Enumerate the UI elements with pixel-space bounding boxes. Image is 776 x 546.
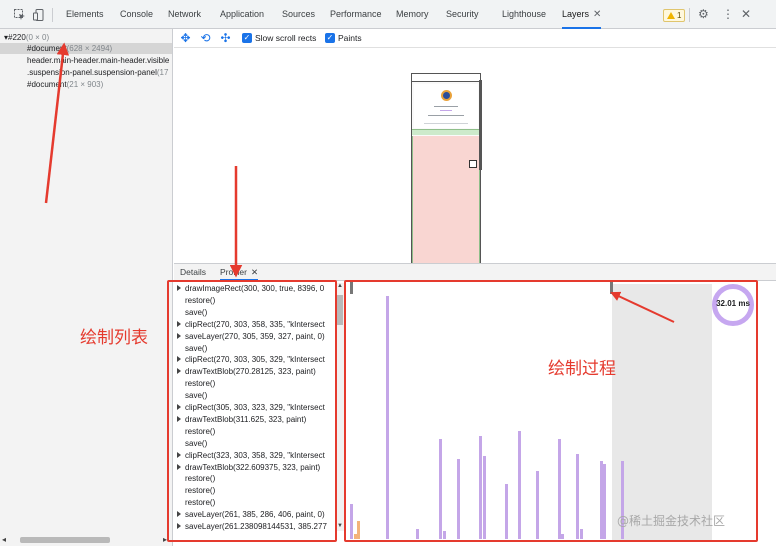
layer-root-size: (0 × 0) — [25, 33, 50, 42]
tab-memory[interactable]: Memory — [396, 0, 429, 29]
annotation-command-list-label: 绘制列表 — [80, 328, 148, 348]
layer-label: #document — [27, 44, 67, 53]
watermark: @稀土掘金技术社区 — [617, 514, 726, 528]
tab-performance[interactable]: Performance — [330, 0, 382, 29]
layer-tree-item-document[interactable]: #document(628 × 2494) — [0, 43, 172, 54]
annotation-timeline-label: 绘制过程 — [548, 359, 616, 379]
scrollbar-thumb[interactable] — [337, 295, 343, 325]
slow-scroll-rects-checkbox[interactable]: ✓ — [242, 33, 252, 43]
command-list-scrollbar[interactable]: ▲ ▼ — [336, 283, 344, 531]
scrollbar-thumb[interactable] — [20, 537, 110, 543]
layers-3d-viewport[interactable] — [174, 48, 776, 263]
annotation-box-timeline — [344, 280, 758, 542]
layer-root-label: #220 — [8, 33, 26, 42]
tab-details[interactable]: Details — [180, 264, 206, 281]
tab-profiler-label: Profiler — [220, 267, 247, 277]
paints-checkbox[interactable]: ✓ — [325, 33, 335, 43]
thumbnail-text-line — [440, 110, 452, 111]
layer-tree-item-document-2[interactable]: #document(21 × 903) — [27, 79, 103, 90]
device-toggle-icon[interactable] — [33, 9, 45, 21]
devtools-tab-bar: Elements Console Network Application Sou… — [0, 0, 776, 29]
toolbar-divider-2 — [689, 8, 690, 22]
tab-layers[interactable]: Layers ✕ — [562, 0, 602, 29]
close-icon[interactable]: ✕ — [741, 7, 751, 21]
layers-toolbar: ✥ ⟲ ✣ ✓ Slow scroll rects ✓ Paints — [174, 29, 776, 48]
slow-scroll-rects-label: Slow scroll rects — [255, 33, 317, 43]
paints-label: Paints — [338, 33, 362, 43]
layer-3d-side-edge — [479, 80, 482, 170]
thumbnail-text-line — [428, 115, 464, 116]
reset-transform-icon[interactable]: ✣ — [219, 32, 232, 45]
layer-size: (21 × 903) — [66, 80, 104, 89]
tab-profiler[interactable]: Profiler ✕ — [220, 264, 259, 281]
tab-profiler-close-icon[interactable]: ✕ — [251, 267, 258, 277]
gear-icon[interactable]: ⚙ — [698, 7, 709, 21]
layer-tree-item-header[interactable]: header.main-header.main-header.visible — [27, 55, 169, 66]
layer-3d-handle[interactable] — [469, 160, 477, 168]
thumbnail-text-line — [434, 106, 458, 107]
layer-label: header.main-header.main-header.visible — [27, 56, 170, 65]
annotation-box-command-list — [167, 280, 337, 542]
toolbar-divider — [52, 8, 53, 22]
tab-layers-close-icon[interactable]: ✕ — [593, 9, 601, 20]
warning-count: 1 — [677, 11, 682, 20]
avatar — [441, 90, 452, 101]
tab-console[interactable]: Console — [120, 0, 153, 29]
tab-elements[interactable]: Elements — [66, 0, 104, 29]
scroll-down-icon[interactable]: ▼ — [337, 523, 343, 529]
detail-tabs: Details Profiler ✕ — [174, 263, 776, 281]
layer-3d-page-thumbnail — [414, 84, 478, 128]
rotate-mode-icon[interactable]: ⟲ — [199, 32, 212, 45]
layer-3d-paint-region — [412, 136, 480, 263]
tab-application[interactable]: Application — [220, 0, 264, 29]
tab-security[interactable]: Security — [446, 0, 479, 29]
scroll-left-icon[interactable]: ◂ — [2, 535, 6, 544]
tab-network[interactable]: Network — [168, 0, 201, 29]
layer-3d-document[interactable] — [411, 73, 481, 263]
more-vertical-icon[interactable]: ⋮ — [722, 7, 734, 21]
scroll-up-icon[interactable]: ▲ — [337, 283, 343, 289]
layer-label: #document — [27, 80, 67, 89]
pan-mode-icon[interactable]: ✥ — [179, 32, 192, 45]
layer-size: (628 × 2494) — [66, 44, 113, 53]
tab-lighthouse[interactable]: Lighthouse — [502, 0, 546, 29]
layer-3d-header — [412, 74, 480, 82]
tab-layers-label: Layers — [562, 9, 590, 19]
thumbnail-text-line — [424, 123, 468, 124]
layer-size: (17 — [156, 68, 169, 77]
warnings-badge[interactable]: 1 — [663, 9, 686, 22]
layer-label: .suspension-panel.suspension-panel — [27, 68, 157, 77]
tab-sources[interactable]: Sources — [282, 0, 315, 29]
layer-3d-green-strip — [412, 129, 480, 135]
layer-tree-scrollbar[interactable]: ◂ ▸ — [0, 534, 173, 546]
layer-tree-panel: ▾#220(0 × 0) #document(628 × 2494) heade… — [0, 29, 173, 534]
inspect-element-icon[interactable] — [14, 9, 26, 21]
layer-tree-root[interactable]: ▾#220(0 × 0) — [4, 32, 49, 43]
layer-tree-item-suspension-panel[interactable]: .suspension-panel.suspension-panel(17 — [27, 67, 168, 78]
warning-icon — [667, 12, 675, 19]
